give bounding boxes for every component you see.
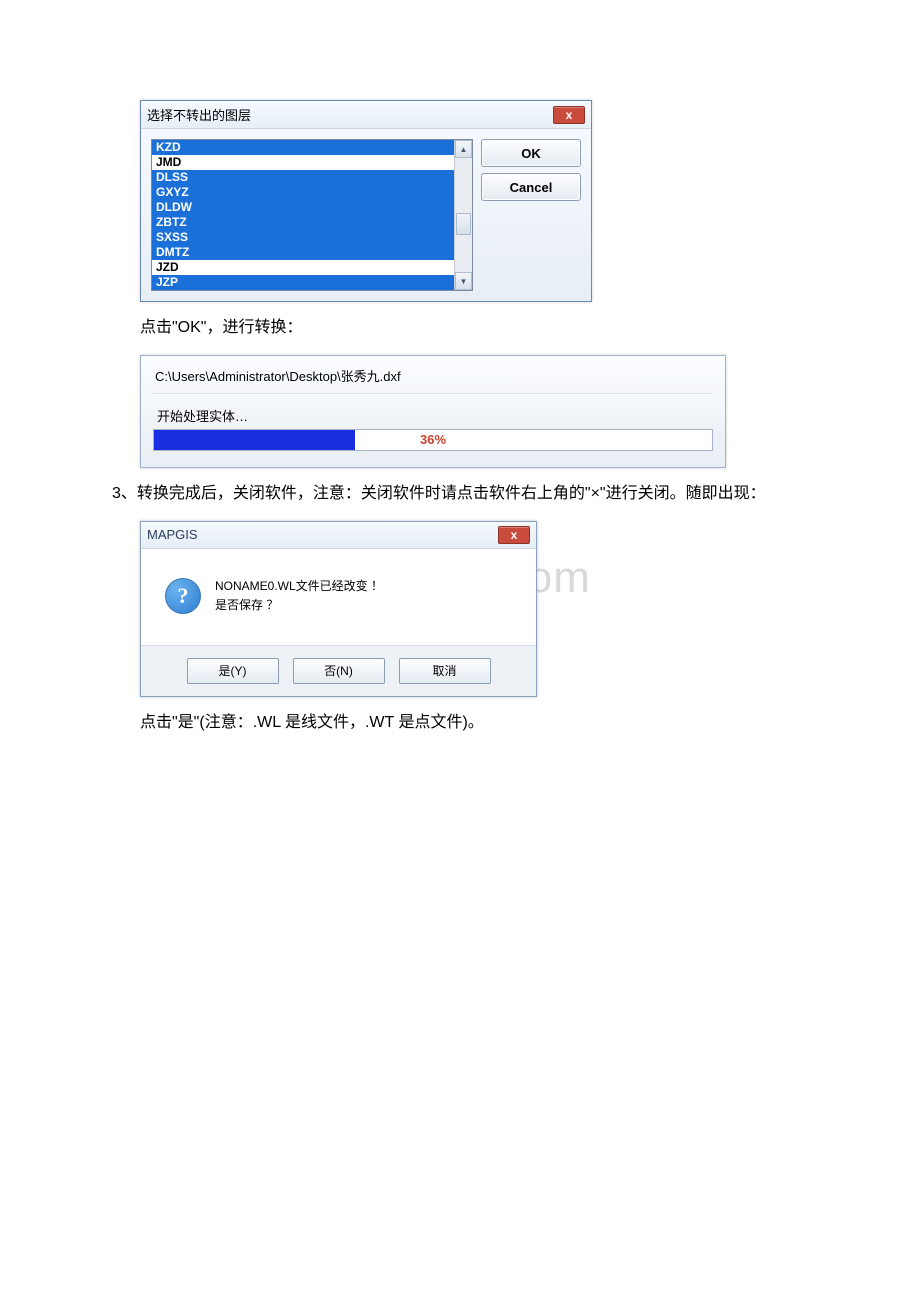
dialog-titlebar: 选择不转出的图层 x — [141, 101, 591, 129]
dialog-title: MAPGIS — [147, 527, 198, 542]
instruction-text: 3、转换完成后，关闭软件，注意：关闭软件时请点击软件右上角的"×"进行关闭。随即… — [80, 480, 840, 509]
progress-percent: 36% — [154, 432, 712, 447]
list-item[interactable]: ZBTZ — [152, 215, 454, 230]
progress-bar: 36% — [153, 429, 713, 451]
question-icon: ? — [165, 578, 201, 614]
dialog-titlebar: MAPGIS x — [141, 522, 536, 549]
progress-label: 开始处理实体… — [153, 394, 713, 429]
list-item[interactable]: JZP — [152, 275, 454, 290]
list-item[interactable]: JMD — [152, 155, 454, 170]
ok-button[interactable]: OK — [481, 139, 581, 167]
cancel-button[interactable]: Cancel — [481, 173, 581, 201]
save-confirm-dialog: MAPGIS x ? NONAME0.WL文件已经改变 ！ 是否保存 ？ 是(Y… — [140, 521, 537, 697]
scroll-thumb[interactable] — [456, 213, 471, 235]
scroll-up-icon[interactable]: ▲ — [455, 140, 472, 158]
scrollbar[interactable]: ▲ ▼ — [454, 140, 472, 290]
list-item[interactable]: SXSS — [152, 230, 454, 245]
list-item[interactable]: KZD — [152, 140, 454, 155]
list-item[interactable]: DLSS — [152, 170, 454, 185]
layer-select-dialog: 选择不转出的图层 x KZD JMD DLSS GXYZ DLDW ZBTZ S… — [140, 100, 592, 302]
no-button[interactable]: 否(N) — [293, 658, 385, 684]
instruction-text: 点击"OK"，进行转换： — [140, 314, 840, 343]
yes-button[interactable]: 是(Y) — [187, 658, 279, 684]
list-item[interactable]: DLDW — [152, 200, 454, 215]
list-item[interactable]: GXYZ — [152, 185, 454, 200]
close-icon[interactable]: x — [498, 526, 530, 544]
scroll-down-icon[interactable]: ▼ — [455, 272, 472, 290]
layer-listbox[interactable]: KZD JMD DLSS GXYZ DLDW ZBTZ SXSS DMTZ JZ… — [151, 139, 473, 291]
dialog-message: NONAME0.WL文件已经改变 ！ 是否保存 ？ — [215, 577, 383, 615]
list-item[interactable]: JZD — [152, 260, 454, 275]
file-path: C:\Users\Administrator\Desktop\张秀九.dxf — [153, 364, 713, 394]
dialog-title: 选择不转出的图层 — [147, 105, 251, 124]
close-icon[interactable]: x — [553, 106, 585, 124]
cancel-button[interactable]: 取消 — [399, 658, 491, 684]
scroll-track[interactable] — [455, 158, 472, 272]
progress-dialog: C:\Users\Administrator\Desktop\张秀九.dxf 开… — [140, 355, 726, 468]
instruction-text: 点击"是"(注意：.WL 是线文件，.WT 是点文件)。 — [140, 709, 840, 738]
list-item[interactable]: DMTZ — [152, 245, 454, 260]
